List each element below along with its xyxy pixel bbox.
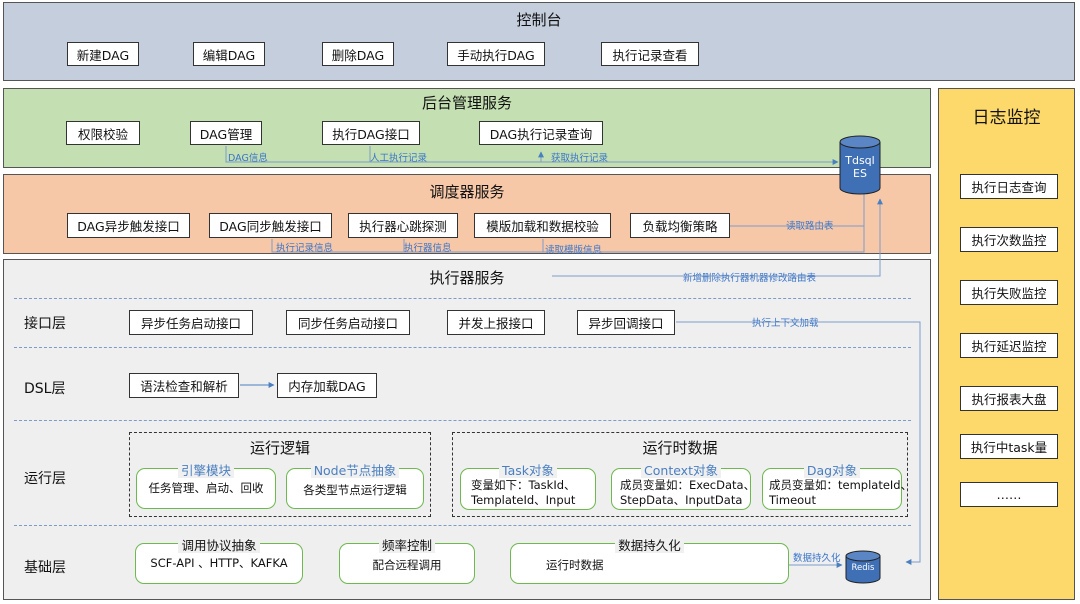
exec-dag-api-box: 执行DAG接口: [322, 121, 420, 145]
concurrent-report-box: 并发上报接口: [447, 310, 545, 335]
engine-module-body: 任务管理、启动、回收: [148, 481, 264, 495]
console-title: 控制台: [516, 11, 562, 29]
divider: [14, 525, 911, 526]
node-abstract-box: Node节点抽象 各类型节点运行逻辑: [286, 463, 424, 509]
load-balance-box: 负载均衡策略: [630, 213, 730, 238]
base-layer-label: 基础层: [24, 560, 66, 576]
dag-async-trigger-box: DAG异步触发接口: [67, 213, 190, 238]
backend-title: 后台管理服务: [421, 94, 512, 112]
sync-task-start-box: 同步任务启动接口: [286, 310, 410, 335]
context-object-line2: StepData、InputData: [620, 493, 743, 507]
scheduler-title: 调度器服务: [429, 183, 505, 201]
executor-info-label: 执行器信息: [404, 243, 452, 254]
protocol-abstract-body: SCF-API 、HTTP、KAFKA: [150, 556, 288, 570]
exec-failure-monitor-item[interactable]: 执行失败监控: [960, 280, 1058, 305]
view-exec-records-button[interactable]: 执行记录查看: [601, 42, 699, 66]
node-abstract-body: 各类型节点运行逻辑: [303, 483, 407, 497]
manual-run-dag-button[interactable]: 手动执行DAG: [447, 42, 545, 66]
route-table-update-label: 新增删除执行器机器修改路由表: [683, 273, 817, 284]
redis-label: Redis: [851, 563, 875, 573]
dag-manage-box: DAG管理: [190, 121, 262, 145]
exec-record-info-label: 执行记录信息: [276, 243, 334, 254]
task-object-title: Task对象: [499, 463, 557, 478]
divider: [14, 420, 911, 421]
context-object-line1: 成员变量如：ExecData、: [620, 478, 756, 492]
divider: [14, 298, 911, 299]
node-abstract-title: Node节点抽象: [310, 463, 400, 478]
read-route-table-label: 读取路由表: [786, 221, 834, 232]
exec-delay-monitor-item[interactable]: 执行延迟监控: [960, 333, 1058, 358]
dag-object-title: Dag对象: [803, 463, 861, 478]
context-object-title: Context对象: [641, 463, 721, 478]
delete-dag-button[interactable]: 删除DAG: [322, 42, 394, 66]
exec-log-query-item[interactable]: 执行日志查询: [960, 174, 1058, 199]
persistence-body: 运行时数据: [546, 558, 604, 572]
fetch-exec-record-label: 获取执行记录: [551, 153, 609, 164]
runtime-layer-label: 运行层: [24, 471, 66, 487]
dag-object-line1: 成员变量如：templateId、: [769, 478, 913, 492]
exec-count-monitor-item[interactable]: 执行次数监控: [960, 227, 1058, 252]
exec-context-load-label: 执行上下文加载: [752, 318, 819, 329]
memory-load-dag-box: 内存加载DAG: [277, 373, 377, 398]
engine-module-box: 引擎模块 任务管理、启动、回收: [136, 463, 276, 509]
dag-object-line2: Timeout: [769, 493, 816, 507]
new-dag-button[interactable]: 新建DAG: [67, 42, 139, 66]
dag-info-label: DAG信息: [228, 153, 268, 164]
dag-object-box: Dag对象 成员变量如：templateId、 Timeout: [762, 463, 913, 510]
engine-module-title: 引擎模块: [177, 463, 234, 478]
task-object-line1: 变量如下：TaskId、: [471, 478, 576, 492]
async-task-start-box: 异步任务启动接口: [129, 310, 253, 335]
permission-check-box: 权限校验: [66, 121, 140, 145]
tdsql-line2: ES: [853, 167, 867, 180]
async-callback-box: 异步回调接口: [577, 310, 675, 335]
dag-record-query-box: DAG执行记录查询: [479, 121, 603, 145]
more-item[interactable]: ……: [960, 482, 1058, 507]
persistence-title: 数据持久化: [615, 538, 684, 553]
running-task-count-item[interactable]: 执行中task量: [960, 434, 1058, 459]
divider: [14, 347, 911, 348]
read-template-info-label: 读取模版信息: [545, 245, 603, 256]
syntax-check-box: 语法检查和解析: [129, 373, 239, 398]
task-object-box: Task对象 变量如下：TaskId、 TemplateId、Input: [460, 463, 596, 510]
monitor-title: 日志监控: [972, 108, 1041, 128]
edit-dag-button[interactable]: 编辑DAG: [193, 42, 265, 66]
persistence-box: 数据持久化 运行时数据: [510, 538, 789, 584]
runtime-data-title: 运行时数据: [642, 439, 718, 457]
interface-layer-label: 接口层: [24, 316, 66, 332]
protocol-abstract-title: 调用协议抽象: [178, 538, 260, 553]
executor-heartbeat-box: 执行器心跳探测: [348, 213, 458, 238]
rate-control-title: 频率控制: [378, 538, 435, 553]
tdsql-label: Tdsql ES: [840, 154, 880, 180]
protocol-abstract-box: 调用协议抽象 SCF-API 、HTTP、KAFKA: [135, 538, 303, 584]
runtime-logic-title: 运行逻辑: [249, 439, 310, 457]
manual-exec-record-label: 人工执行记录: [370, 153, 428, 164]
exec-report-dashboard-item[interactable]: 执行报表大盘: [960, 386, 1058, 411]
context-object-box: Context对象 成员变量如：ExecData、 StepData、Input…: [611, 463, 756, 510]
rate-control-body: 配合远程调用: [372, 558, 442, 572]
dsl-layer-label: DSL层: [24, 381, 66, 397]
tdsql-line1: Tdsql: [845, 154, 875, 167]
dag-sync-trigger-box: DAG同步触发接口: [209, 213, 332, 238]
template-load-validate-box: 模版加载和数据校验: [474, 213, 611, 238]
persistence-edge-label: 数据持久化: [793, 553, 841, 564]
task-object-line2: TemplateId、Input: [471, 493, 576, 507]
rate-control-box: 频率控制 配合远程调用: [339, 538, 475, 584]
backend-panel: 后台管理服务: [3, 88, 931, 168]
